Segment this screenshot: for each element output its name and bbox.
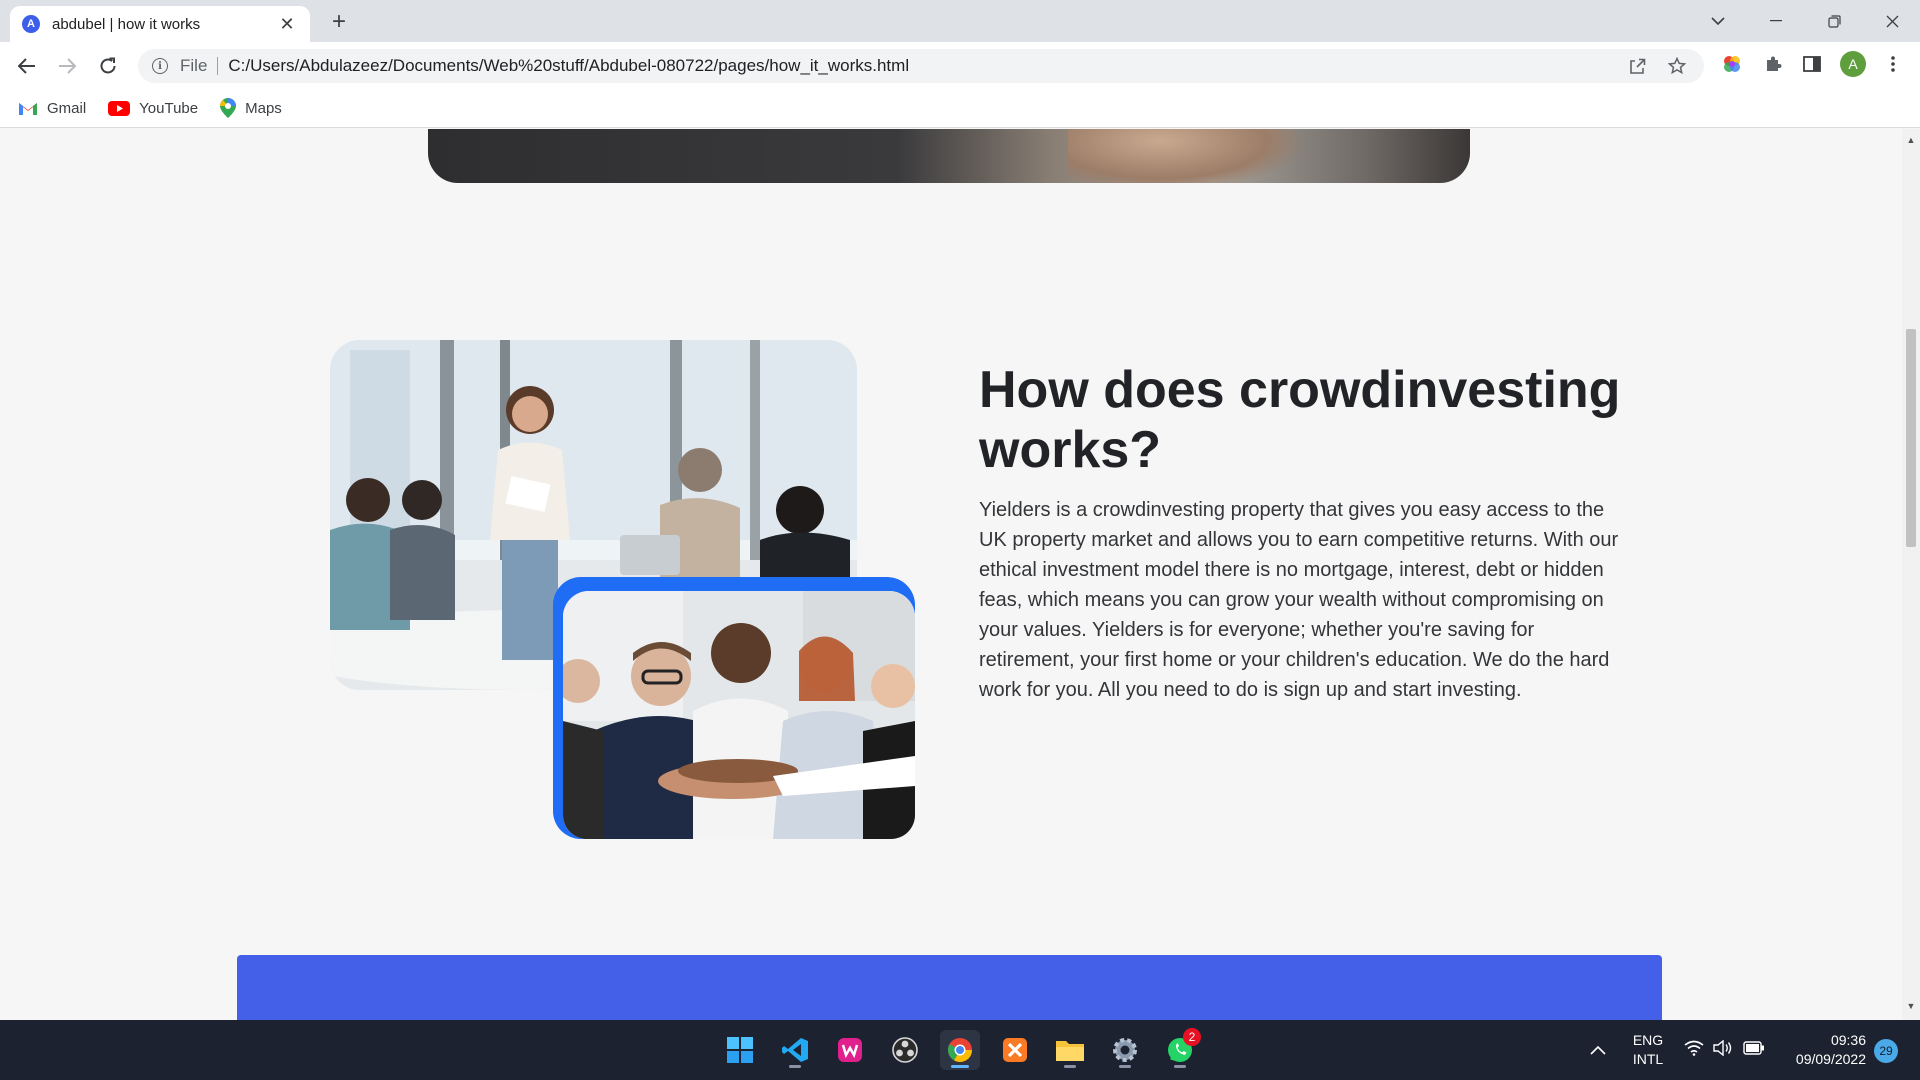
clock-time: 09:36 (1830, 1032, 1866, 1048)
gmail-icon (18, 101, 38, 116)
restore-window-button[interactable] (1806, 0, 1862, 42)
reload-icon[interactable] (92, 50, 124, 82)
file-explorer-icon[interactable] (1050, 1030, 1090, 1070)
keyboard-layout: INTL (1632, 1051, 1664, 1067)
running-indicator (951, 1065, 969, 1068)
vscode-icon[interactable] (775, 1030, 815, 1070)
back-arrow-icon[interactable] (11, 50, 43, 82)
close-tab-icon[interactable]: ✕ (276, 14, 298, 35)
bookmark-label: YouTube (139, 99, 199, 117)
scrollbar-thumb[interactable] (1906, 329, 1916, 547)
site-favicon-icon: A (22, 15, 40, 33)
windows-taskbar: 2 ENG INTL 09:36 09/09/2022 (0, 1020, 1920, 1080)
forward-arrow-icon[interactable] (51, 50, 83, 82)
running-indicator (789, 1065, 801, 1068)
show-hidden-icons-chevron-icon[interactable] (1590, 1042, 1606, 1060)
wamp-icon[interactable] (830, 1030, 870, 1070)
team-photo-frame (553, 577, 915, 839)
hero-image (428, 129, 1470, 183)
running-indicator (1174, 1065, 1186, 1068)
xampp-icon[interactable] (995, 1030, 1035, 1070)
battery-icon[interactable] (1743, 1041, 1765, 1060)
scroll-down-icon[interactable]: ▼ (1906, 1001, 1916, 1011)
page-scrollbar[interactable]: ▲ ▼ (1902, 129, 1920, 1020)
maps-icon (220, 98, 237, 118)
section-description: Yielders is a crowdinvesting property th… (979, 499, 1619, 701)
bookmark-star-icon[interactable] (1668, 57, 1686, 75)
bookmarks-bar: Gmail YouTube Maps (0, 89, 1920, 128)
bookmark-label: Maps (245, 99, 282, 117)
browser-tab[interactable]: A abdubel | how it works ✕ (10, 6, 310, 42)
address-separator (217, 57, 219, 75)
more-menu-icon[interactable] (1879, 50, 1907, 78)
running-indicator (1119, 1065, 1131, 1068)
running-indicator (1064, 1065, 1076, 1068)
clock-date: 09/09/2022 (1795, 1051, 1866, 1067)
address-bar[interactable]: i File C:/Users/Abdulazeez/Documents/Web… (138, 49, 1704, 83)
bookmark-youtube[interactable]: YouTube (108, 100, 198, 117)
tab-title: abdubel | how it works (52, 15, 201, 33)
hero-image-detail (1068, 129, 1298, 183)
chrome-icon[interactable] (940, 1030, 980, 1070)
share-icon[interactable] (1628, 57, 1646, 75)
bookmark-gmail[interactable]: Gmail (18, 100, 86, 117)
close-window-button[interactable] (1864, 0, 1920, 42)
color-extension-icon[interactable] (1718, 50, 1746, 78)
bookmark-label: Gmail (47, 99, 87, 117)
url-text[interactable]: C:/Users/Abdulazeez/Documents/Web%20stuf… (228, 56, 909, 76)
side-panel-icon[interactable] (1798, 50, 1826, 78)
profile-letter: A (1840, 51, 1866, 77)
input-language[interactable]: ENG INTL (1624, 1031, 1672, 1069)
page-viewport: How does crowdinvesting works? Yielders … (0, 129, 1902, 1020)
scheme-label: File (180, 56, 208, 75)
wifi-icon[interactable] (1684, 1040, 1704, 1061)
scroll-up-icon[interactable]: ▲ (1906, 135, 1916, 145)
minimize-window-button[interactable] (1748, 0, 1804, 42)
site-info-icon[interactable]: i (152, 58, 168, 74)
profile-avatar[interactable]: A (1839, 50, 1867, 78)
youtube-icon (108, 100, 131, 116)
tab-search-chevron-icon[interactable] (1690, 0, 1746, 42)
notification-count-badge[interactable]: 29 (1874, 1039, 1898, 1063)
section-heading: How does crowdinvesting works? (979, 361, 1621, 479)
settings-icon[interactable] (1105, 1030, 1145, 1070)
whatsapp-badge: 2 (1183, 1028, 1201, 1046)
volume-icon[interactable] (1713, 1039, 1733, 1061)
new-tab-button[interactable]: + (325, 8, 353, 36)
clock[interactable]: 09:36 09/09/2022 (1776, 1031, 1866, 1069)
obs-icon[interactable] (885, 1030, 925, 1070)
extensions-puzzle-icon[interactable] (1759, 50, 1787, 78)
bookmark-maps[interactable]: Maps (220, 98, 282, 118)
windows-start-icon[interactable] (720, 1030, 760, 1070)
team-hands-photo (563, 591, 915, 839)
next-section-banner (237, 955, 1662, 1020)
browser-toolbar: i File C:/Users/Abdulazeez/Documents/Web… (0, 42, 1920, 89)
language-code: ENG (1632, 1032, 1664, 1048)
tab-strip: A abdubel | how it works ✕ + (0, 0, 1920, 42)
